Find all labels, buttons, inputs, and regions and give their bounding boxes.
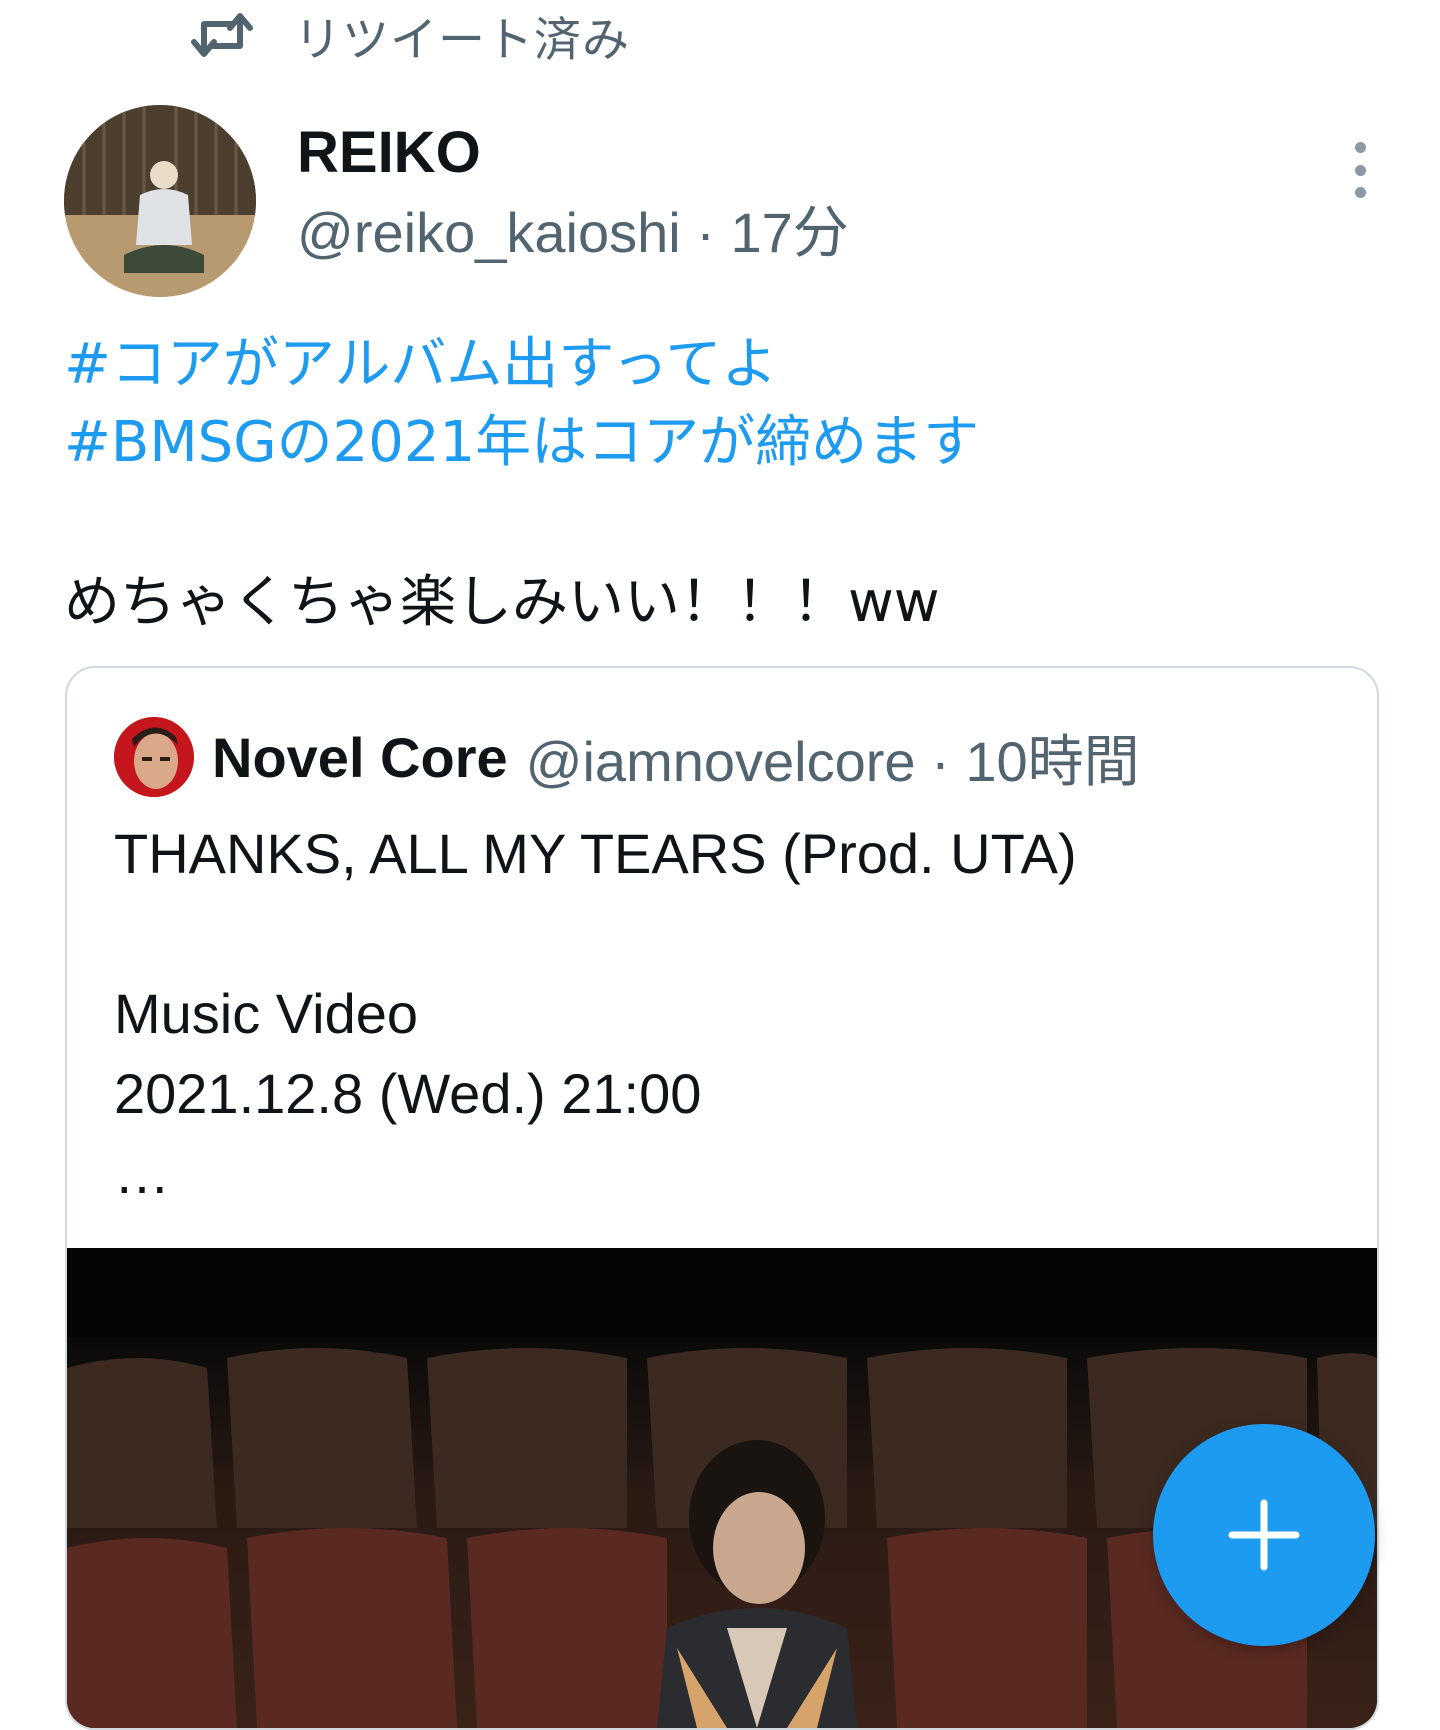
avatar[interactable] <box>64 105 256 297</box>
author-name[interactable]: REIKO <box>297 115 849 191</box>
quoted-text-blank-line <box>114 894 1077 974</box>
plus-icon <box>1228 1499 1300 1571</box>
hashtags: #コアがアルバム出すってよ #BMSGの2021年はコアが締めます <box>64 326 979 482</box>
meta-separator: · <box>931 729 950 793</box>
quoted-text-line: Music Video <box>114 982 419 1045</box>
hashtag-link[interactable]: #BMSGの2021年はコアが締めます <box>64 404 979 482</box>
more-vertical-icon <box>1354 142 1366 153</box>
quoted-author-handle: @iamnovelcore <box>525 729 916 793</box>
hashtag-link[interactable]: #コアがアルバム出すってよ <box>64 326 979 404</box>
quoted-text-line: THANKS, ALL MY TEARS (Prod. UTA) <box>114 822 1077 885</box>
retweet-icon <box>190 10 254 60</box>
meta-separator: · <box>696 201 715 264</box>
quoted-text-ellipsis: … <box>114 1142 170 1205</box>
retweet-label: リツイート済み <box>294 12 630 68</box>
quoted-tweet-header: Novel Core @iamnovelcore · 10時間 <box>114 712 1140 802</box>
quoted-text-line: 2021.12.8 (Wed.) 21:00 <box>114 1062 702 1125</box>
quoted-author-name[interactable]: Novel Core <box>212 725 508 790</box>
retweet-indicator: リツイート済み <box>190 0 630 70</box>
more-button[interactable] <box>1348 142 1372 198</box>
quoted-author-meta: @iamnovelcore · 10時間 <box>526 717 1140 798</box>
quoted-tweet-time: 10時間 <box>965 729 1140 793</box>
quoted-tweet-text: THANKS, ALL MY TEARS (Prod. UTA) Music V… <box>114 814 1077 1214</box>
tweet-text: めちゃくちゃ楽しみいい！！！ww <box>64 570 940 635</box>
avatar <box>114 717 194 797</box>
compose-tweet-button[interactable] <box>1153 1424 1375 1646</box>
tweet-author: REIKO @reiko_kaioshi · 17分 <box>297 115 849 273</box>
author-handle[interactable]: @reiko_kaioshi <box>297 201 681 264</box>
tweet-time[interactable]: 17分 <box>730 201 848 264</box>
author-meta: @reiko_kaioshi · 17分 <box>297 193 849 273</box>
